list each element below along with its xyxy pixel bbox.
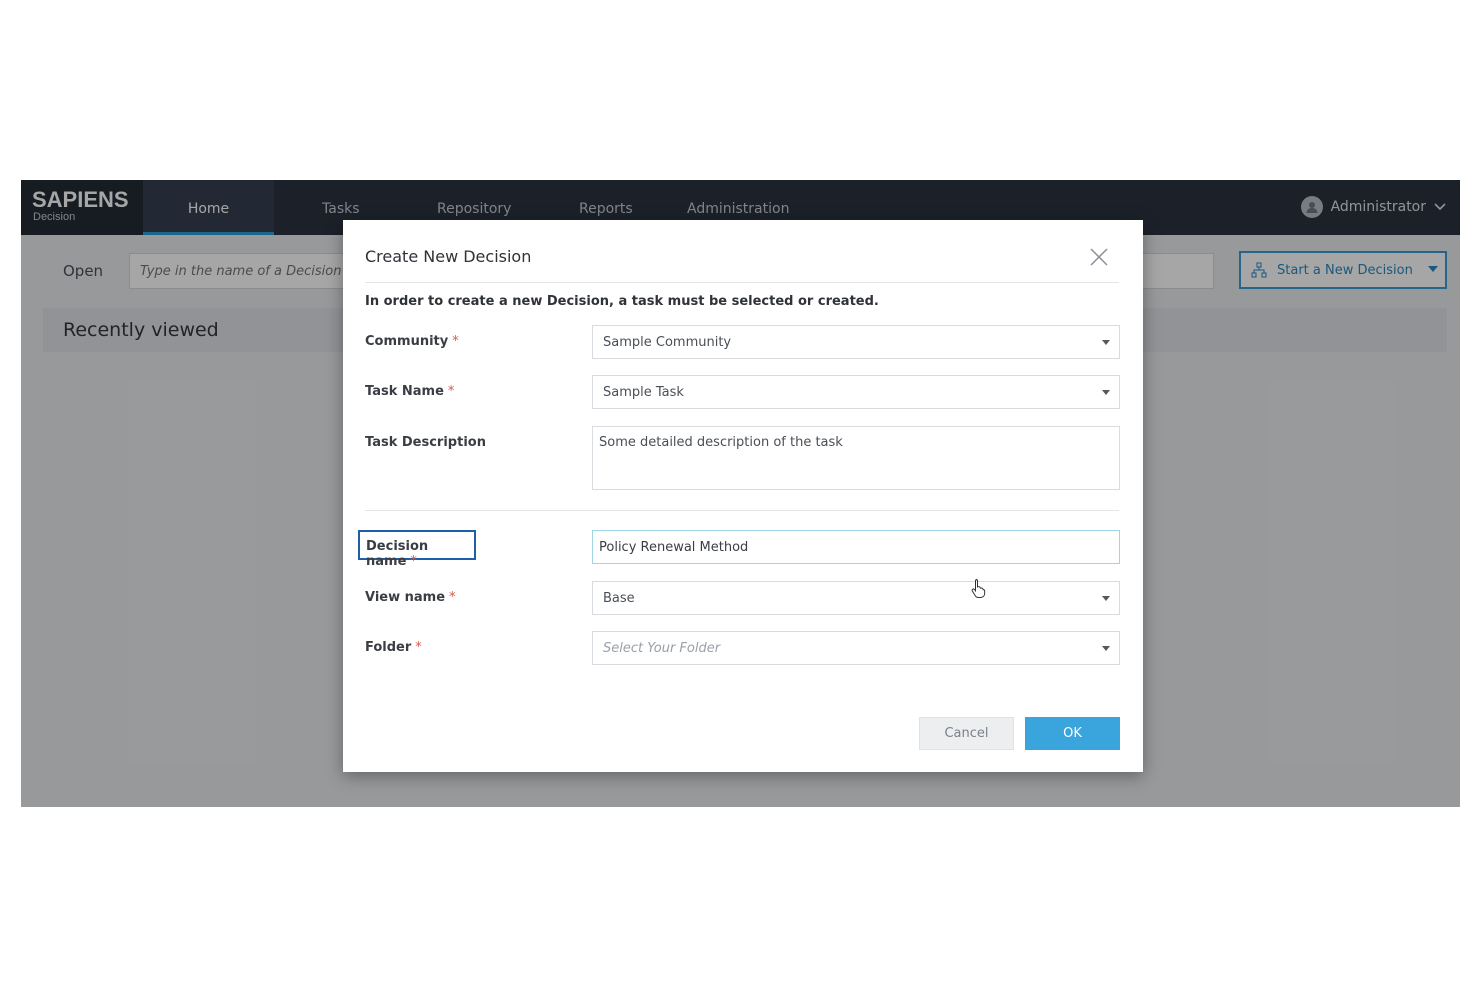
- required-marker: *: [415, 640, 422, 655]
- cancel-button[interactable]: Cancel: [919, 717, 1014, 750]
- decision-name-label-text: Decision name: [366, 539, 429, 569]
- required-marker: *: [449, 590, 456, 605]
- community-select[interactable]: Sample Community: [592, 325, 1120, 359]
- task-description-textarea[interactable]: Some detailed description of the task: [592, 426, 1120, 490]
- view-name-value: Base: [603, 590, 635, 606]
- folder-label-text: Folder: [365, 640, 412, 655]
- dialog-title: Create New Decision: [365, 247, 532, 266]
- community-label: Community *: [365, 334, 459, 349]
- caret-down-icon: [1102, 596, 1110, 601]
- caret-down-icon: [1102, 390, 1110, 395]
- required-marker: *: [410, 554, 417, 569]
- hand-pointer-icon: [970, 578, 986, 598]
- required-marker: *: [447, 384, 455, 399]
- folder-placeholder: Select Your Folder: [603, 640, 721, 656]
- divider: [365, 282, 1119, 283]
- task-description-label: Task Description: [365, 435, 486, 450]
- view-name-label: View name *: [365, 590, 456, 605]
- task-name-value: Sample Task: [603, 384, 684, 400]
- decision-name-input[interactable]: Policy Renewal Method: [592, 530, 1120, 564]
- community-value: Sample Community: [603, 334, 732, 350]
- caret-down-icon: [1102, 646, 1110, 651]
- view-name-select[interactable]: Base: [592, 581, 1120, 615]
- task-name-label: Task Name *: [365, 384, 454, 399]
- close-icon[interactable]: [1088, 246, 1110, 268]
- required-marker: *: [452, 334, 459, 349]
- task-name-select[interactable]: Sample Task: [592, 375, 1120, 409]
- ok-button[interactable]: OK: [1025, 717, 1120, 750]
- caret-down-icon: [1102, 340, 1110, 345]
- divider: [365, 510, 1119, 511]
- decision-name-label: Decision name *: [358, 530, 476, 569]
- folder-label: Folder *: [365, 640, 422, 655]
- task-name-label-text: Task Name: [365, 384, 444, 399]
- create-decision-dialog: Create New Decision In order to create a…: [343, 220, 1143, 772]
- dialog-instruction: In order to create a new Decision, a tas…: [365, 294, 879, 309]
- view-name-label-text: View name: [365, 590, 446, 605]
- folder-select[interactable]: Select Your Folder: [592, 631, 1120, 665]
- community-label-text: Community: [365, 334, 449, 349]
